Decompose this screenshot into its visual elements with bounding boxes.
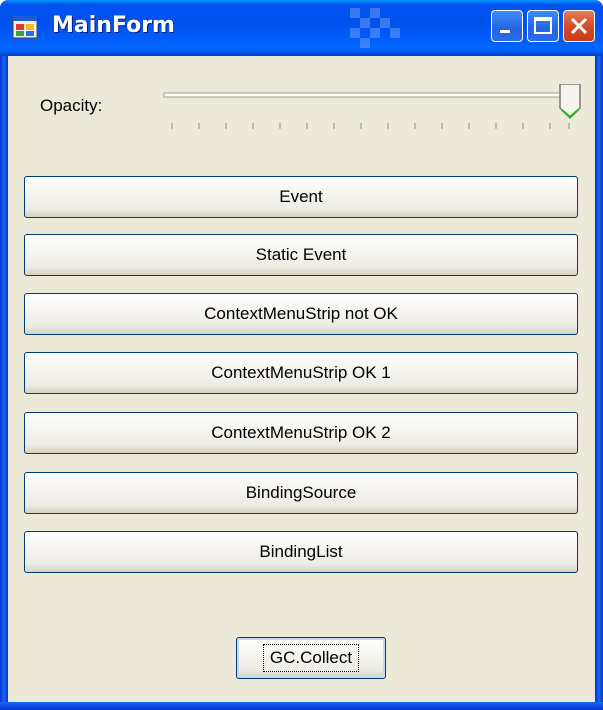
contextmenustrip-ok-2-button[interactable]: ContextMenuStrip OK 2 xyxy=(24,412,578,454)
static-event-button[interactable]: Static Event xyxy=(24,234,578,276)
gc-collect-button[interactable]: GC.Collect xyxy=(236,637,386,679)
event-button[interactable]: Event xyxy=(24,176,578,218)
opacity-label: Opacity: xyxy=(40,96,103,115)
window-border-right xyxy=(595,56,603,710)
minimize-button[interactable] xyxy=(491,10,523,42)
slider-ticks xyxy=(171,123,570,129)
window-title: MainForm xyxy=(52,13,175,38)
close-button[interactable] xyxy=(563,10,595,42)
title-bar[interactable]: MainForm xyxy=(0,0,603,56)
bindingsource-button[interactable]: BindingSource xyxy=(24,472,578,514)
slider-thumb[interactable] xyxy=(559,84,581,120)
contextmenustrip-ok-1-button[interactable]: ContextMenuStrip OK 1 xyxy=(24,352,578,394)
minimize-icon xyxy=(500,30,510,33)
main-window: MainForm Opacity: Event Static Event Con… xyxy=(0,0,603,710)
app-icon xyxy=(12,15,38,39)
opacity-slider[interactable] xyxy=(160,84,590,154)
window-border-left xyxy=(0,56,8,710)
close-icon xyxy=(570,17,588,35)
maximize-icon xyxy=(534,17,552,34)
contextmenustrip-not-ok-button[interactable]: ContextMenuStrip not OK xyxy=(24,293,578,335)
window-border-bottom xyxy=(0,702,603,710)
slider-track xyxy=(163,92,579,98)
maximize-button[interactable] xyxy=(527,10,559,42)
bindinglist-button[interactable]: BindingList xyxy=(24,531,578,573)
title-pattern-decoration xyxy=(350,8,400,48)
gc-collect-label: GC.Collect xyxy=(262,644,360,672)
